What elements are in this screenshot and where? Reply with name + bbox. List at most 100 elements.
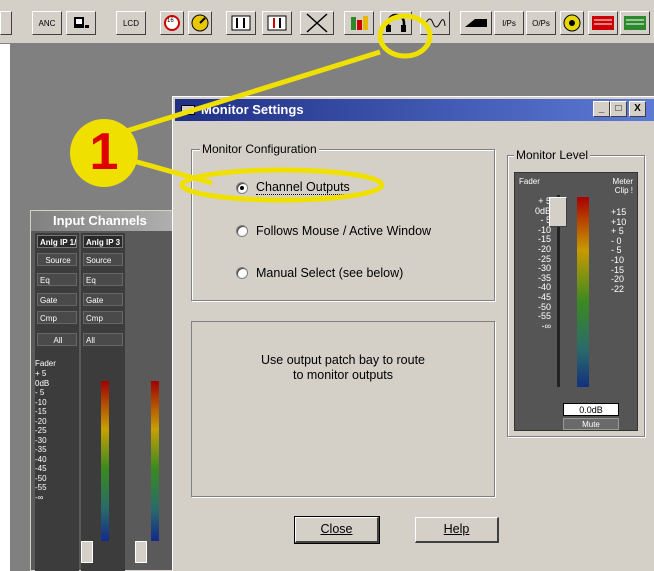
clip-indicator: Clip ! xyxy=(614,186,633,195)
channel-fader-knob[interactable] xyxy=(81,541,93,563)
help-button[interactable]: Help xyxy=(415,517,499,543)
radio-button[interactable] xyxy=(236,225,248,237)
surround-button[interactable] xyxy=(560,11,584,35)
monitor-fader-knob[interactable] xyxy=(549,197,567,227)
meter-title: Meter xyxy=(612,177,633,186)
monitor-settings-dialog: Monitor Settings _ □ X Monitor Configura… xyxy=(172,96,654,571)
input-channels-titlebar[interactable]: Input Channels xyxy=(31,211,189,231)
fader-scale: + 5 0dB - 5 -10 -15 -20 -25 -30 -35 -40 … xyxy=(527,196,551,331)
compressor-button[interactable]: Cmp xyxy=(83,311,123,324)
clock-settings-button[interactable]: 16 xyxy=(160,11,184,35)
surround-icon xyxy=(563,14,581,32)
routing-button[interactable] xyxy=(300,11,334,35)
meter-label: Meter Clip ! xyxy=(613,177,633,195)
channel-name[interactable]: Anlg IP 1/2 xyxy=(37,235,77,248)
svg-text:16: 16 xyxy=(167,18,174,24)
scale-tick: -50 xyxy=(35,473,47,483)
hardware-icon xyxy=(465,19,487,27)
maximize-button[interactable]: □ xyxy=(610,101,627,117)
scale-tick: + 5 xyxy=(35,369,47,378)
minimize-button[interactable]: _ xyxy=(593,101,610,117)
monitor-level-label: Monitor Level xyxy=(514,148,591,162)
radio-button[interactable] xyxy=(236,267,248,279)
step-badge-number: 1 xyxy=(89,123,119,181)
monitor-level-group: Monitor Level Fader Meter Clip ! + 5 0dB… xyxy=(507,148,645,437)
bank-button[interactable] xyxy=(588,11,618,35)
scale-tick: -40 xyxy=(35,454,47,464)
level-meter xyxy=(577,197,589,387)
close-button[interactable]: Close xyxy=(294,516,380,544)
anc-label: ANC xyxy=(38,18,56,28)
scale-tick: -∞ xyxy=(35,492,44,502)
anc-button[interactable]: ANC xyxy=(32,11,62,35)
monitor-configuration-label: Monitor Configuration xyxy=(200,142,319,156)
outputs-button[interactable]: O/Ps xyxy=(526,11,556,35)
device-icon xyxy=(74,17,89,28)
radio-label: Manual Select (see below) xyxy=(256,266,404,280)
fader-label: Fader xyxy=(519,177,540,186)
close-window-button[interactable]: X xyxy=(629,101,646,117)
meters-button[interactable] xyxy=(344,11,374,35)
lcd-button[interactable]: LCD xyxy=(116,11,146,35)
eq-button[interactable]: Eq xyxy=(83,273,123,286)
radio-follows-mouse[interactable]: Follows Mouse / Active Window xyxy=(236,224,431,238)
scale-tick: -22 xyxy=(611,283,625,294)
input-channels-title: Input Channels xyxy=(53,213,147,228)
scale-tick: -∞ xyxy=(541,320,551,331)
gate-button[interactable]: Gate xyxy=(83,293,123,306)
source-button[interactable]: Source xyxy=(37,253,77,266)
window-icon xyxy=(181,105,195,115)
eq-icon xyxy=(267,15,287,31)
sync-icon xyxy=(191,14,209,32)
monitor-level-panel: Fader Meter Clip ! + 5 0dB - 5 -10 -15 -… xyxy=(514,172,638,431)
input-channels-window[interactable]: Input Channels Anlg IP 1/2 Source Eq Gat… xyxy=(30,210,190,571)
compressor-button[interactable]: Cmp xyxy=(37,311,77,324)
waveform-button[interactable] xyxy=(420,11,450,35)
info-panel: Use output patch bay to route to monitor… xyxy=(191,321,495,497)
channel-name[interactable]: Anlg IP 3 xyxy=(83,235,123,248)
radio-manual-select[interactable]: Manual Select (see below) xyxy=(236,266,403,280)
mixer-button[interactable] xyxy=(226,11,256,35)
monitor-button[interactable] xyxy=(380,11,412,35)
all-button[interactable]: All xyxy=(37,333,77,346)
eq-button[interactable]: Eq xyxy=(37,273,77,286)
scale-tick: -25 xyxy=(35,426,47,435)
info-line: to monitor outputs xyxy=(292,368,394,382)
eq-button[interactable] xyxy=(262,11,292,35)
close-button-label: Close xyxy=(320,522,353,536)
monitor-configuration-group: Monitor Configuration Channel Outputs Fo… xyxy=(191,142,495,301)
layout-button[interactable] xyxy=(620,11,650,35)
inputs-button[interactable]: I/Ps xyxy=(494,11,524,35)
fader-label: Fader xyxy=(35,359,56,368)
device-icon-button[interactable] xyxy=(66,11,96,35)
dialog-titlebar[interactable]: Monitor Settings xyxy=(175,99,654,121)
info-line: Use output patch bay to route xyxy=(261,353,425,367)
scale-tick: -55 xyxy=(35,483,47,492)
scale-tick: -15 xyxy=(35,407,47,416)
channel-fader-knob[interactable] xyxy=(135,541,147,563)
help-button-label: Help xyxy=(443,522,470,536)
all-button[interactable]: All xyxy=(83,333,123,346)
scale-tick: 0dB xyxy=(35,378,50,388)
bank-icon xyxy=(592,16,614,30)
mixer-icon xyxy=(231,15,251,31)
fader-scale: + 5 0dB - 5 -10 -15 -20 -25 -30 -35 -40 … xyxy=(35,369,65,502)
toolbar-icon-button[interactable] xyxy=(0,11,12,35)
source-button[interactable]: Source xyxy=(83,253,123,266)
meters-icon xyxy=(351,16,368,30)
radio-channel-outputs[interactable]: Channel Outputs xyxy=(236,180,350,195)
scale-tick: -30 xyxy=(35,435,47,445)
layout-icon xyxy=(624,16,646,30)
mute-button[interactable]: Mute xyxy=(563,418,619,430)
scale-tick: -35 xyxy=(35,445,47,454)
gate-button[interactable]: Gate xyxy=(37,293,77,306)
meter-scale: +15 +10 + 5 - 0 - 5 -10 -15 -20 -22 xyxy=(611,207,626,294)
level-value-display: 0.0dB xyxy=(563,403,619,416)
headphones-icon xyxy=(386,13,406,32)
scale-tick: -45 xyxy=(35,464,47,473)
device-button[interactable] xyxy=(460,11,492,35)
sync-button[interactable] xyxy=(188,11,212,35)
scale-tick: -10 xyxy=(35,397,47,407)
info-text: Use output patch bay to route to monitor… xyxy=(192,353,494,383)
radio-button-selected[interactable] xyxy=(236,181,248,194)
